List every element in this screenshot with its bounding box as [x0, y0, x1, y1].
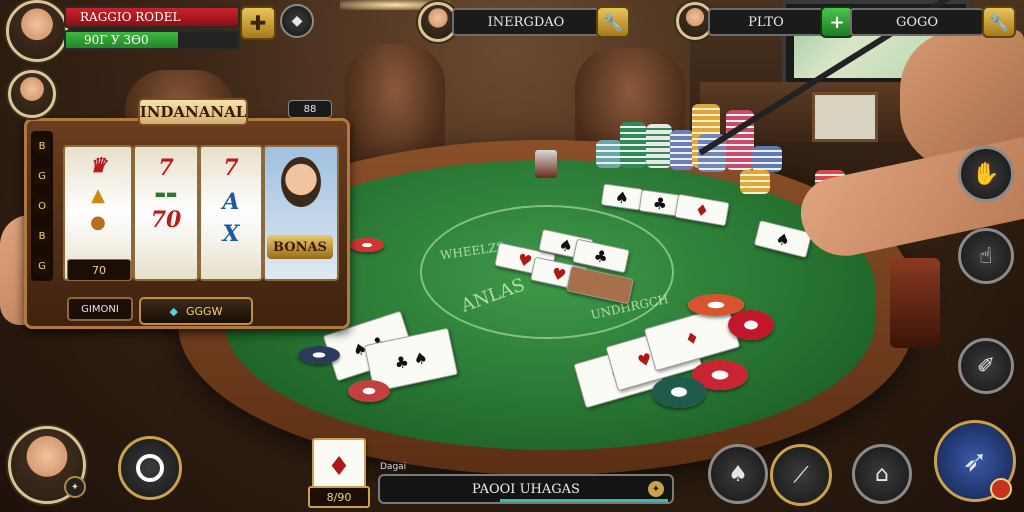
ring-icon [136, 454, 164, 482]
add-button[interactable]: + [820, 6, 854, 38]
bonus-label: BONAS [267, 235, 333, 259]
slot-spin-button[interactable]: ◆ GGGW [139, 297, 253, 325]
bar-symbol: ▲ [91, 185, 105, 206]
picture-frame [812, 92, 878, 142]
wrench-icon: 🔧 [989, 12, 1009, 32]
side-lamp: B [34, 228, 50, 244]
chip [728, 310, 774, 340]
chip-stack [752, 146, 782, 172]
cue-icon: ⟋ [793, 462, 809, 488]
drink-glass [535, 150, 557, 178]
reel-symbol: 7 [223, 155, 239, 181]
right-action-3[interactable]: ✐ [958, 338, 1014, 394]
reel-symbol: A [222, 189, 240, 215]
side-lamp: O [34, 198, 50, 214]
player-energy-bar: 90Г У 3Ѳ0 [64, 30, 240, 50]
status-bar: PAOOI UHAGAS ✦ [378, 474, 674, 504]
wrench-icon: 🔧 [603, 12, 623, 32]
opponent-name-bar: INERGDAO [452, 8, 600, 36]
second-avatar[interactable] [8, 70, 56, 118]
cue-button[interactable]: ⟋ [770, 444, 832, 506]
slot-spin-label: GGGW [186, 304, 223, 318]
chip-stack [646, 124, 672, 168]
reel-symbol: ▬▬ [154, 187, 178, 201]
reel-symbol: X [222, 221, 240, 247]
notification-badge [990, 478, 1012, 500]
side-lamp: G [34, 258, 50, 274]
side-lamp: G [34, 168, 50, 184]
drink-glass [890, 258, 940, 348]
menu-button[interactable] [118, 436, 182, 500]
character-avatar [281, 157, 321, 207]
chip-stack [620, 122, 646, 168]
player-avatar[interactable] [6, 0, 68, 62]
home-button[interactable]: ⌂ [852, 444, 912, 504]
slot-side-lamps: B G O B G [31, 131, 53, 281]
card-counter: 8/90 [308, 486, 370, 508]
chip-stack [596, 140, 622, 168]
chip [298, 346, 340, 364]
glove-icon: ☝ [979, 243, 993, 269]
add-chips-button[interactable]: ✚ [240, 6, 276, 40]
player-chips: 90Г У 3Ѳ0 [84, 33, 149, 47]
right-action-2[interactable]: ☝ [958, 228, 1014, 284]
gem-icon: ◆ [169, 304, 178, 318]
status-text: PAOOI UHAGAS [472, 481, 580, 497]
slot-reel-3: 7 A X [199, 145, 263, 281]
slot-machine-panel[interactable]: B G O B G ♛ ▲ ● 7 ▬▬ 70 7 A X BONAS 70 G… [24, 118, 350, 329]
reel-counter: 70 [67, 259, 131, 281]
bread-symbol: ● [90, 212, 106, 233]
slot-reel-4: BONAS [263, 145, 339, 281]
plus-icon: ✚ [249, 11, 267, 35]
slot-reel-2: 7 ▬▬ 70 [133, 145, 199, 281]
reel-symbol: 7 [158, 155, 174, 181]
opponent-right-name-left: PLTO [708, 8, 824, 36]
avatar-badge: ✦ [64, 476, 86, 498]
right-action-1[interactable]: ✋ [958, 146, 1014, 202]
settings-button[interactable]: 🔧 [982, 6, 1016, 38]
chip-stack [670, 130, 694, 170]
diamond-icon: ◆ [291, 13, 303, 29]
reel-value: 70 [150, 207, 182, 233]
slot-left-button[interactable]: GIMONI [67, 297, 133, 321]
player-health-bar: RAGGIO RODEL [64, 6, 240, 28]
progress-line [500, 499, 668, 502]
status-prefix: Dagai [380, 462, 407, 472]
gem-button[interactable]: ◆ [280, 4, 314, 38]
opponent-action-button[interactable]: 🔧 [596, 6, 630, 38]
coin-icon: ✦ [648, 481, 664, 497]
hand-icon: ✋ [972, 161, 1000, 187]
chip [348, 380, 390, 402]
plus-icon: + [829, 11, 845, 33]
side-lamp: B [34, 138, 50, 154]
fold-button[interactable]: ♠ [708, 444, 768, 504]
pointer-icon: ✐ [976, 353, 996, 379]
chip-stack [740, 170, 770, 194]
cards-icon: ♠ [728, 461, 748, 487]
gear-icon: ✦ [70, 481, 80, 493]
opponent-right-name-right: GOGO [850, 8, 984, 36]
house-icon: ⌂ [875, 461, 889, 487]
slot-counter: 88 [288, 100, 332, 118]
chip [350, 238, 384, 252]
chip [652, 376, 706, 408]
rocket-icon: ➶ [962, 443, 988, 479]
crown-icon: ♛ [89, 153, 107, 177]
slot-title: INDANANAL [138, 98, 248, 126]
